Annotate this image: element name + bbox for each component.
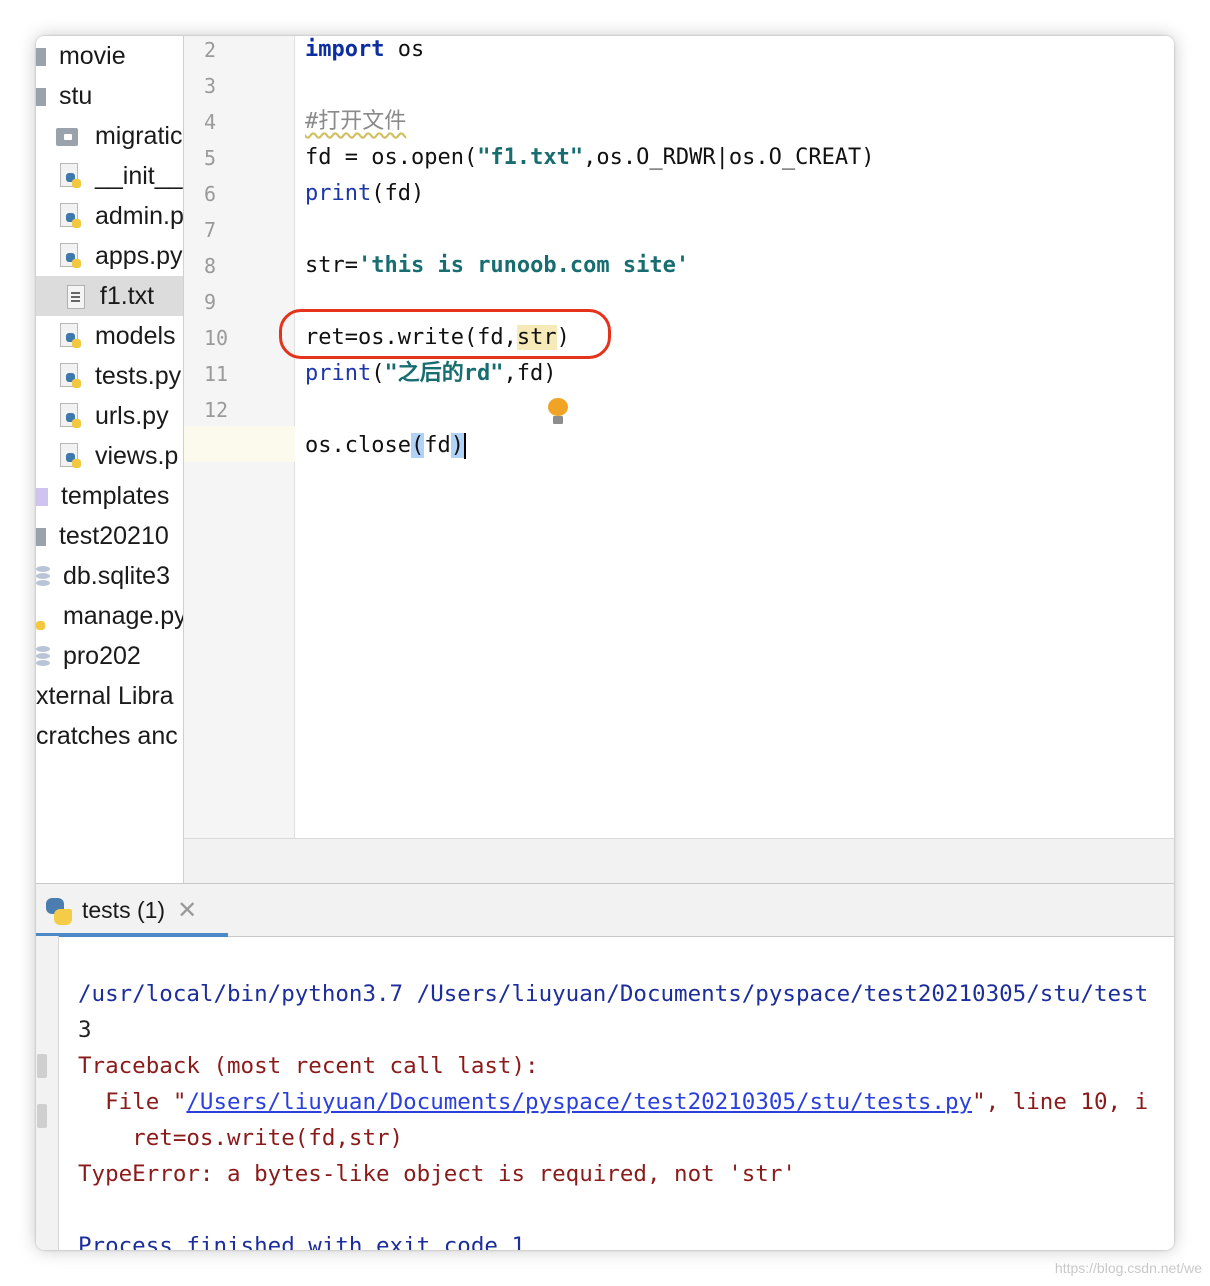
run-tab-label: tests (1): [82, 897, 166, 923]
tree-item-stu[interactable]: stu: [36, 76, 183, 116]
code-line-11[interactable]: print("之后的rd",fd): [305, 356, 556, 392]
traceback-header: Traceback (most recent call last):: [78, 1053, 539, 1079]
templates-folder-icon: [36, 488, 48, 507]
python-file-icon: [58, 443, 82, 471]
error-message: TypeError: a bytes-like object is requir…: [78, 1161, 796, 1187]
folder-icon: [36, 528, 46, 547]
python-file-icon: [58, 203, 82, 231]
python-file-icon: [58, 403, 82, 431]
tree-item-label: stu: [58, 82, 93, 110]
tree-item-models[interactable]: models: [58, 316, 183, 356]
tree-item-label: tests.py: [94, 362, 182, 390]
tree-item-label: manage.py: [62, 602, 184, 630]
tree-item-label: apps.py: [94, 242, 183, 270]
python-file-icon: [58, 323, 82, 351]
traceback-source-line: ret=os.write(fd,str): [78, 1125, 404, 1151]
line-number: 3: [204, 74, 217, 98]
watermark: https://blog.csdn.net/we: [1054, 1260, 1202, 1276]
code-line-13[interactable]: os.close(fd): [305, 428, 466, 464]
tree-item-movie[interactable]: movie: [36, 36, 183, 76]
line-number: 9: [204, 290, 217, 314]
code-line-8[interactable]: str='this is runoob.com site': [305, 248, 689, 284]
tree-item-label: xternal Libra: [36, 682, 174, 710]
python-file-icon: [58, 243, 82, 271]
tree-item-scratches[interactable]: cratches anc: [36, 716, 183, 756]
tree-item-f1-txt[interactable]: f1.txt: [36, 276, 183, 316]
tree-item-external-libraries[interactable]: xternal Libra: [36, 676, 183, 716]
tree-item-label: db.sqlite3: [62, 562, 170, 590]
tree-item-migrations[interactable]: migratic: [56, 116, 183, 156]
folder-icon: [36, 88, 46, 107]
database-icon: [36, 644, 50, 670]
line-number: 6: [204, 182, 217, 206]
tree-item-label: test20210: [58, 522, 169, 550]
tree-item-manage[interactable]: manage.py: [36, 596, 183, 636]
traceback-file-link[interactable]: /Users/liuyuan/Documents/pyspace/test202…: [186, 1089, 972, 1115]
run-panel-header: tests (1) ✕: [36, 883, 1174, 937]
tree-item-label: pro202: [62, 642, 141, 670]
folder-icon: [56, 128, 78, 147]
code-line-6[interactable]: print(fd): [305, 176, 424, 212]
line-number: 10: [204, 326, 229, 350]
database-icon: [36, 564, 50, 590]
line-number: 5: [204, 146, 217, 170]
code-line-5[interactable]: fd = os.open("f1.txt",os.O_RDWR|os.O_CRE…: [305, 140, 875, 176]
code-editor[interactable]: import os #打开文件 fd = os.open("f1.txt",os…: [279, 36, 1174, 838]
run-tab-tests[interactable]: tests (1) ✕: [36, 884, 228, 937]
text-file-icon: [65, 285, 85, 310]
folder-icon: [36, 48, 46, 67]
tree-item-init[interactable]: __init__.: [58, 156, 183, 196]
python-file-icon: [58, 363, 82, 391]
tree-item-label: __init__.: [94, 162, 184, 190]
tree-item-templates[interactable]: templates: [36, 476, 183, 516]
run-console-output[interactable]: /usr/local/bin/python3.7 /Users/liuyuan/…: [78, 940, 1148, 1250]
line-number: 7: [204, 218, 217, 242]
tree-item-label: admin.p: [94, 202, 184, 230]
tree-item-label: migratic: [94, 122, 183, 150]
close-icon[interactable]: ✕: [177, 897, 197, 924]
console-output-line: 3: [78, 1017, 92, 1043]
tree-item-label: models: [94, 322, 176, 350]
tree-item-label: templates: [60, 482, 170, 510]
python-file-icon: [58, 163, 82, 191]
run-toolbar-button[interactable]: [37, 1054, 47, 1078]
tree-item-admin[interactable]: admin.p: [58, 196, 183, 236]
editor-bottom-strip: [184, 838, 1174, 884]
python-icon: [44, 897, 74, 927]
tree-item-apps[interactable]: apps.py: [58, 236, 183, 276]
tree-item-test20210[interactable]: test20210: [36, 516, 183, 556]
code-line-2[interactable]: import os: [305, 36, 424, 68]
tree-item-tests[interactable]: tests.py: [58, 356, 183, 396]
console-command: /usr/local/bin/python3.7 /Users/liuyuan/…: [78, 981, 1149, 1007]
tree-item-label: movie: [58, 42, 126, 70]
tree-item-label: urls.py: [94, 402, 169, 430]
tree-item-pro202[interactable]: pro202: [36, 636, 183, 676]
active-tab-indicator: [36, 933, 228, 937]
tree-item-db-sqlite3[interactable]: db.sqlite3: [36, 556, 183, 596]
tree-item-label: cratches anc: [36, 722, 178, 750]
python-file-icon: [36, 604, 50, 631]
error-line-annotation: [279, 309, 611, 359]
line-number: 8: [204, 254, 217, 278]
project-tree: movie stu migratic __init__. admin.p app…: [36, 36, 184, 883]
line-number: 2: [204, 38, 217, 62]
tree-item-label: views.p: [94, 442, 179, 470]
tree-item-views[interactable]: views.p: [58, 436, 183, 476]
text-cursor: [463, 433, 466, 459]
run-toolbar-button[interactable]: [37, 1104, 47, 1128]
line-number: 12: [204, 398, 229, 422]
run-toolbar: [36, 936, 59, 1250]
line-number: 4: [204, 110, 217, 134]
line-number: 11: [204, 362, 229, 386]
code-line-4[interactable]: #打开文件: [305, 104, 406, 140]
lightbulb-icon[interactable]: [547, 398, 569, 426]
tree-item-label: f1.txt: [99, 282, 155, 310]
tree-item-urls[interactable]: urls.py: [58, 396, 183, 436]
ide-window: movie stu migratic __init__. admin.p app…: [36, 36, 1174, 1250]
process-exit-message: Process finished with exit code 1: [78, 1233, 526, 1250]
